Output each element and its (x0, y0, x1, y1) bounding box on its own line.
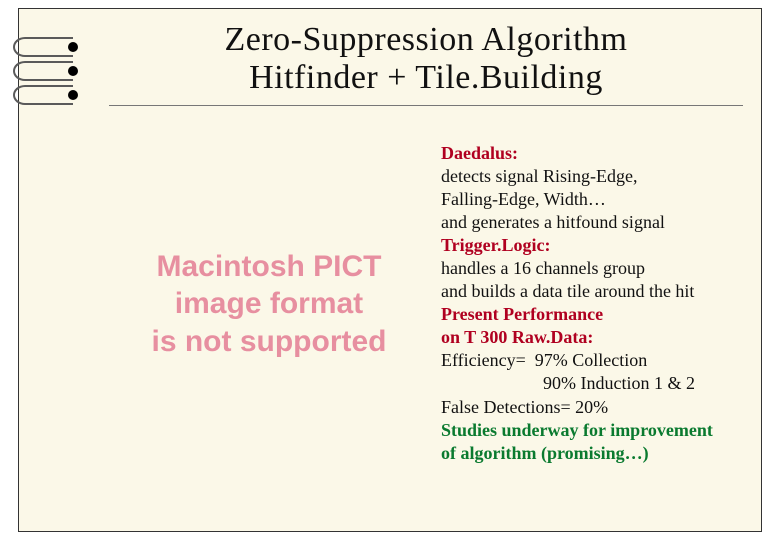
studies-line-1: Studies underway for improvement (441, 419, 743, 442)
heading-performance-1: Present Performance (441, 303, 743, 326)
binding-ring-icon (13, 61, 73, 81)
body-line: handles a 16 channels group (441, 257, 743, 280)
title-line-1: Zero-Suppression Algorithm (109, 21, 743, 59)
title-divider (109, 105, 743, 106)
spiral-binding (13, 37, 83, 127)
heading-trigger-logic: Trigger.Logic: (441, 235, 550, 255)
pict-not-supported-message: Macintosh PICT image format is not suppo… (119, 248, 419, 361)
false-detections: False Detections= 20% (441, 396, 743, 419)
binding-ring-icon (13, 85, 73, 105)
efficiency-value-1: 97% Collection (535, 350, 647, 370)
body-line: Falling-Edge, Width… (441, 188, 743, 211)
binding-ring-icon (13, 37, 73, 57)
heading-performance-2: on T 300 Raw.Data: (441, 326, 743, 349)
content-row: Macintosh PICT image format is not suppo… (109, 114, 743, 494)
heading-daedalus: Daedalus: (441, 143, 518, 163)
slide-title: Zero-Suppression Algorithm Hitfinder + T… (109, 21, 743, 97)
slide-page: Zero-Suppression Algorithm Hitfinder + T… (18, 8, 762, 532)
placeholder-line: image format (119, 285, 419, 323)
image-placeholder-area: Macintosh PICT image format is not suppo… (109, 114, 429, 494)
title-line-2: Hitfinder + Tile.Building (109, 59, 743, 97)
body-line: and builds a data tile around the hit (441, 280, 743, 303)
body-line: detects signal Rising-Edge, (441, 165, 743, 188)
efficiency-label: Efficiency= (441, 350, 526, 370)
text-body: Daedalus: detects signal Rising-Edge, Fa… (441, 114, 743, 494)
body-line: and generates a hitfound signal (441, 211, 743, 234)
studies-line-2: of algorithm (promising…) (441, 442, 743, 465)
placeholder-line: Macintosh PICT (119, 248, 419, 286)
slide-content: Zero-Suppression Algorithm Hitfinder + T… (19, 9, 761, 531)
placeholder-line: is not supported (119, 323, 419, 361)
efficiency-value-2: 90% Induction 1 & 2 (441, 372, 743, 395)
efficiency-row: Efficiency= 97% Collection (441, 349, 743, 372)
